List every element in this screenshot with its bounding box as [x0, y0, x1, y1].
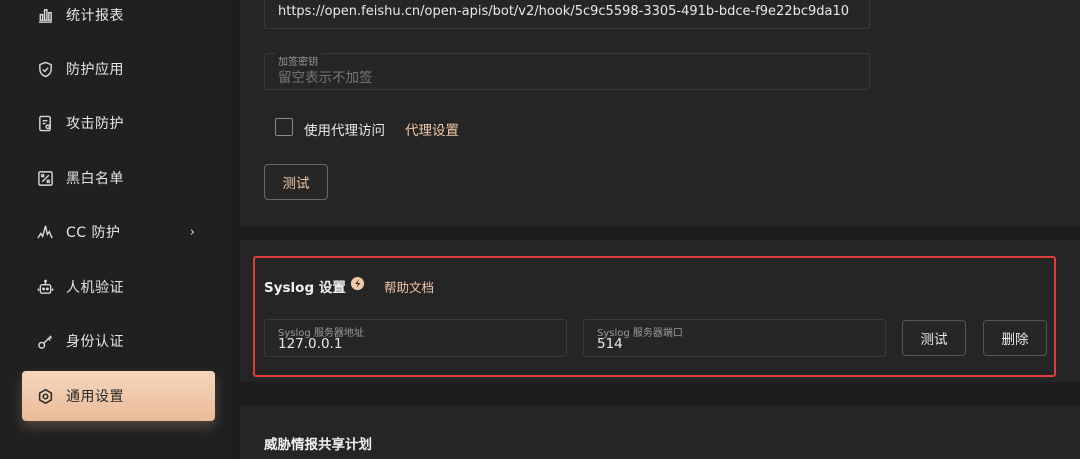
sidebar-item-label: 攻击防护	[66, 116, 124, 132]
proxy-settings-link[interactable]: 代理设置	[405, 119, 459, 139]
key-icon	[36, 332, 54, 350]
sidebar-item-cc-protection[interactable]: CC 防护 ›	[22, 207, 215, 257]
bar-chart-icon	[36, 6, 54, 24]
highlight-box	[253, 256, 1056, 377]
threat-intel-title: 威胁情报共享计划	[264, 437, 372, 453]
webhook-card: https://open.feishu.cn/open-apis/bot/v2/…	[240, 0, 1080, 226]
webhook-test-button[interactable]: 测试	[264, 164, 328, 200]
chevron-right-icon: ›	[189, 224, 195, 240]
percent-list-icon	[36, 169, 54, 187]
proxy-checkbox[interactable]	[275, 118, 293, 136]
pulse-icon	[36, 223, 54, 241]
shield-icon	[36, 60, 54, 78]
secret-key-placeholder: 留空表示不加签	[278, 70, 373, 86]
main-content: https://open.feishu.cn/open-apis/bot/v2/…	[232, 0, 1080, 459]
app-root: 统计报表 防护应用 攻击防护 黑白名单 CC 防护 › 人机验证 身份认证 通用…	[0, 0, 1080, 459]
proxy-checkbox-label: 使用代理访问	[304, 123, 385, 139]
sidebar-item-label: 通用设置	[66, 389, 124, 405]
sidebar-item-captcha[interactable]: 人机验证	[22, 262, 215, 312]
threat-intel-card: 威胁情报共享计划	[240, 406, 1080, 459]
sidebar-item-attack-protection[interactable]: 攻击防护	[22, 98, 215, 148]
sidebar-item-general-settings[interactable]: 通用设置	[22, 371, 215, 421]
sidebar-item-label: 人机验证	[66, 280, 124, 296]
robot-icon	[36, 278, 54, 296]
gear-icon	[36, 387, 54, 405]
webhook-url-field[interactable]: https://open.feishu.cn/open-apis/bot/v2/…	[264, 0, 870, 29]
secret-key-field[interactable]: 加签密钥 留空表示不加签	[264, 53, 870, 90]
sidebar-item-app-protection[interactable]: 防护应用	[22, 44, 215, 94]
sidebar-item-label: 防护应用	[66, 62, 124, 78]
sidebar-item-blacklist[interactable]: 黑白名单	[22, 153, 215, 203]
webhook-url-value: https://open.feishu.cn/open-apis/bot/v2/…	[278, 4, 850, 19]
sidebar-item-stats[interactable]: 统计报表	[22, 0, 215, 40]
sidebar-item-label: 统计报表	[66, 8, 124, 24]
sidebar: 统计报表 防护应用 攻击防护 黑白名单 CC 防护 › 人机验证 身份认证 通用…	[0, 0, 232, 459]
sidebar-item-label: 黑白名单	[66, 171, 124, 187]
sidebar-item-label: 身份认证	[66, 334, 124, 350]
sidebar-item-label: CC 防护	[66, 225, 121, 241]
attack-log-icon	[36, 114, 54, 132]
sidebar-item-identity[interactable]: 身份认证	[22, 316, 215, 366]
